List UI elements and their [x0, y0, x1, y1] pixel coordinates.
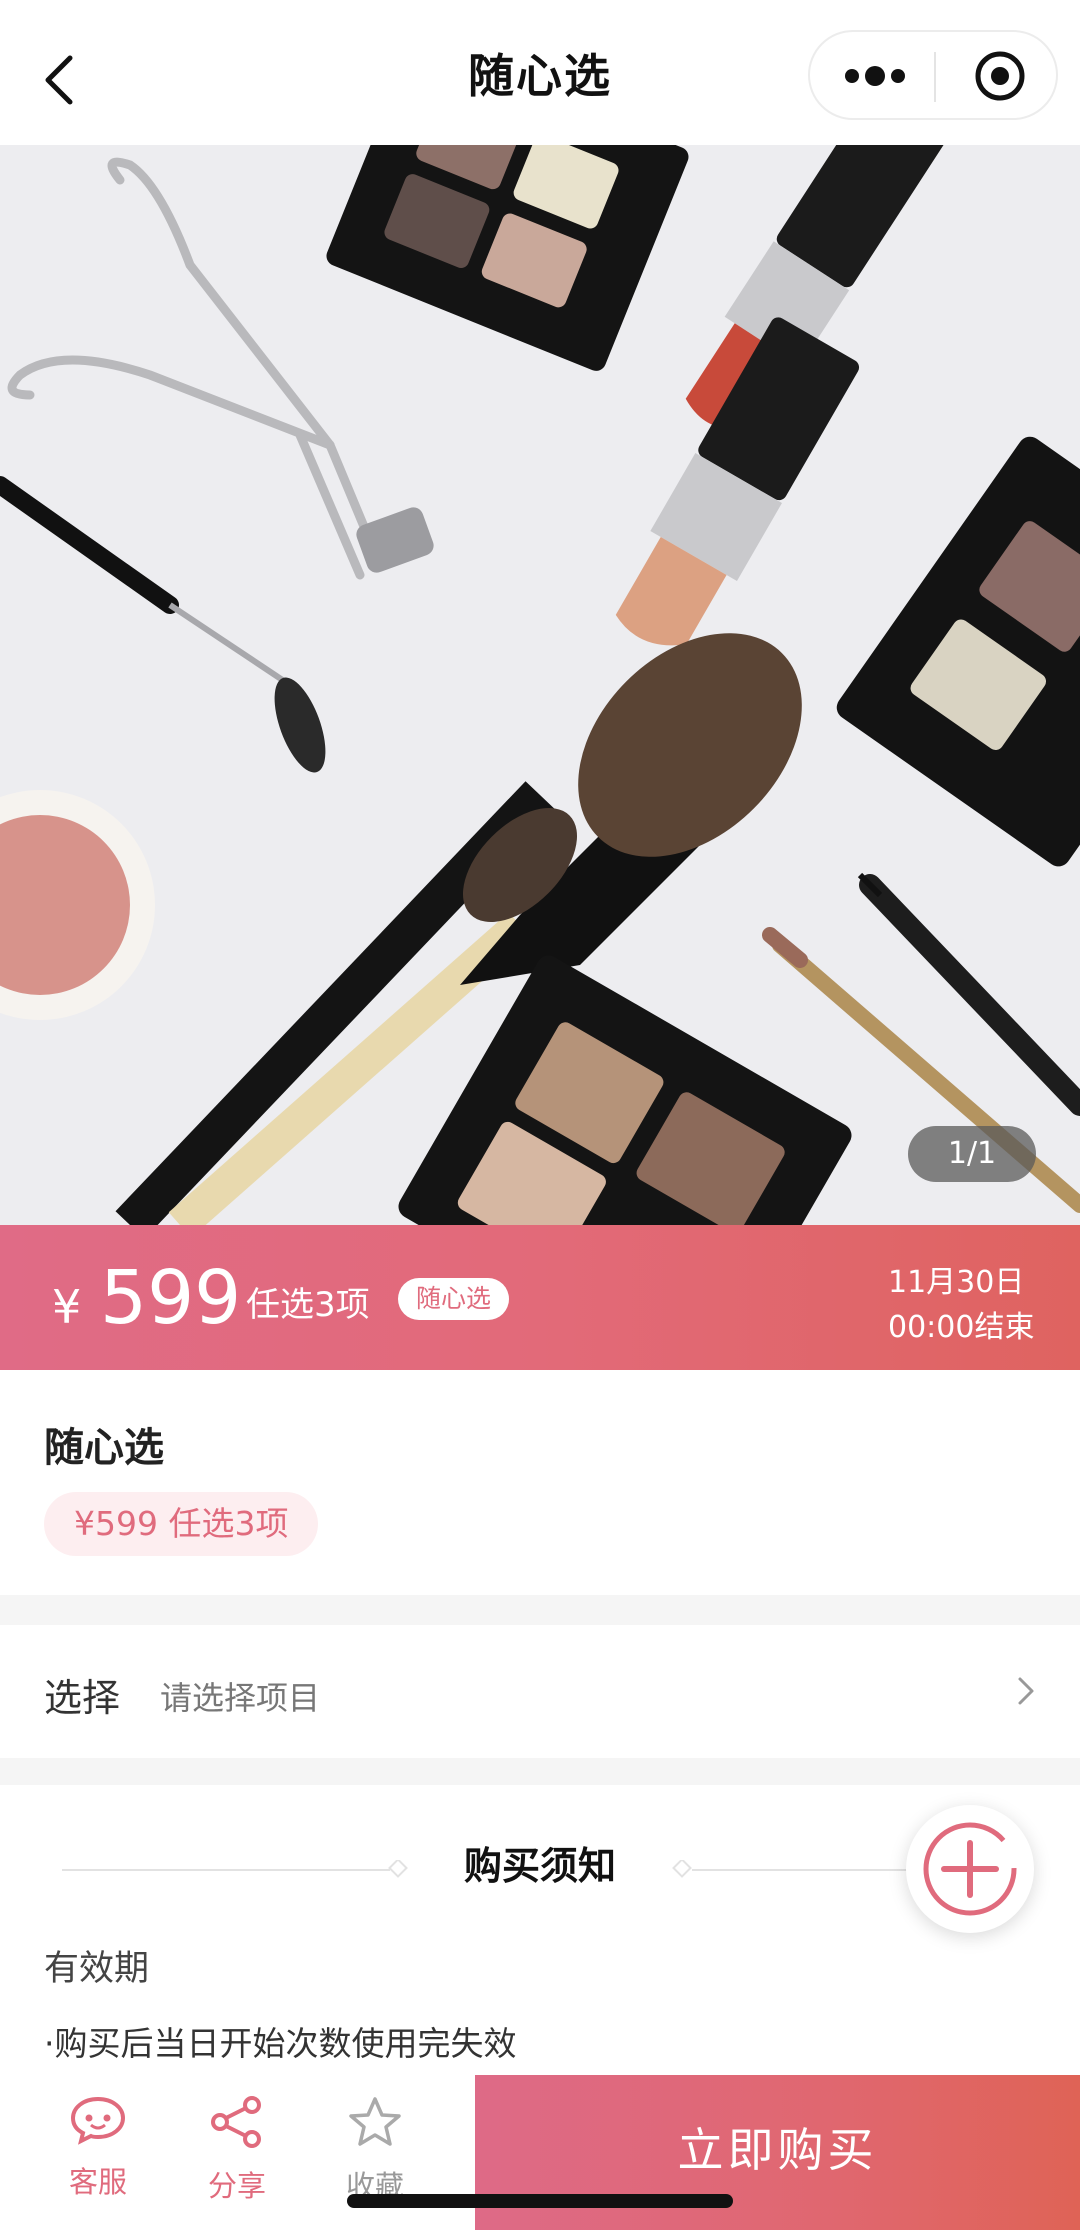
purchase-notice-card: 购买须知 有效期 ·购买后当日开始次数使用完失效: [0, 1785, 1080, 2075]
capsule-divider: [934, 52, 936, 102]
price-value: 599: [100, 1255, 242, 1341]
share-button[interactable]: 分享: [177, 2095, 297, 2205]
product-name: 随心选: [44, 1425, 164, 1471]
add-floating-button[interactable]: [906, 1805, 1034, 1933]
home-indicator: [347, 2194, 733, 2208]
select-placeholder: 请选择项目: [160, 1679, 321, 1717]
customer-service-button[interactable]: 客服: [38, 2095, 158, 2201]
end-date: 11月30日: [888, 1265, 1025, 1300]
product-info-card: 随心选 ¥599 任选3项: [0, 1370, 1080, 1595]
validity-rule: ·购买后当日开始次数使用完失效: [44, 2024, 517, 2063]
price-chip: ¥599 任选3项: [44, 1492, 319, 1556]
star-icon: [349, 2097, 401, 2146]
cosmetics-illustration: [0, 145, 1080, 1225]
select-item-row[interactable]: 选择 请选择项目: [0, 1625, 1080, 1758]
plus-circle-icon: [923, 1822, 1017, 1916]
more-icon[interactable]: [840, 58, 910, 94]
product-hero-image[interactable]: 1/1: [0, 145, 1080, 1225]
share-icon: [211, 2096, 261, 2148]
favorite-button[interactable]: 收藏: [315, 2095, 435, 2205]
currency-symbol: ¥: [52, 1280, 82, 1334]
price-band: ¥ 599 任选3项 随心选 11月30日 00:00结束: [0, 1225, 1080, 1370]
top-nav: 随心选: [0, 0, 1080, 145]
promo-tag: 随心选: [398, 1278, 510, 1320]
end-time: 00:00结束: [888, 1310, 1035, 1345]
share-label: 分享: [207, 2169, 266, 2203]
mini-program-capsule: [808, 30, 1058, 120]
image-indicator: 1/1: [908, 1126, 1036, 1182]
chevron-right-icon: [1018, 1677, 1034, 1705]
customer-service-label: 客服: [68, 2165, 127, 2199]
close-target-icon[interactable]: [972, 48, 1028, 104]
select-label: 选择: [44, 1676, 121, 1720]
pick-count: 任选3项: [246, 1285, 370, 1325]
chat-bubble-icon: [70, 2096, 126, 2145]
validity-heading: 有效期: [44, 1949, 150, 1989]
